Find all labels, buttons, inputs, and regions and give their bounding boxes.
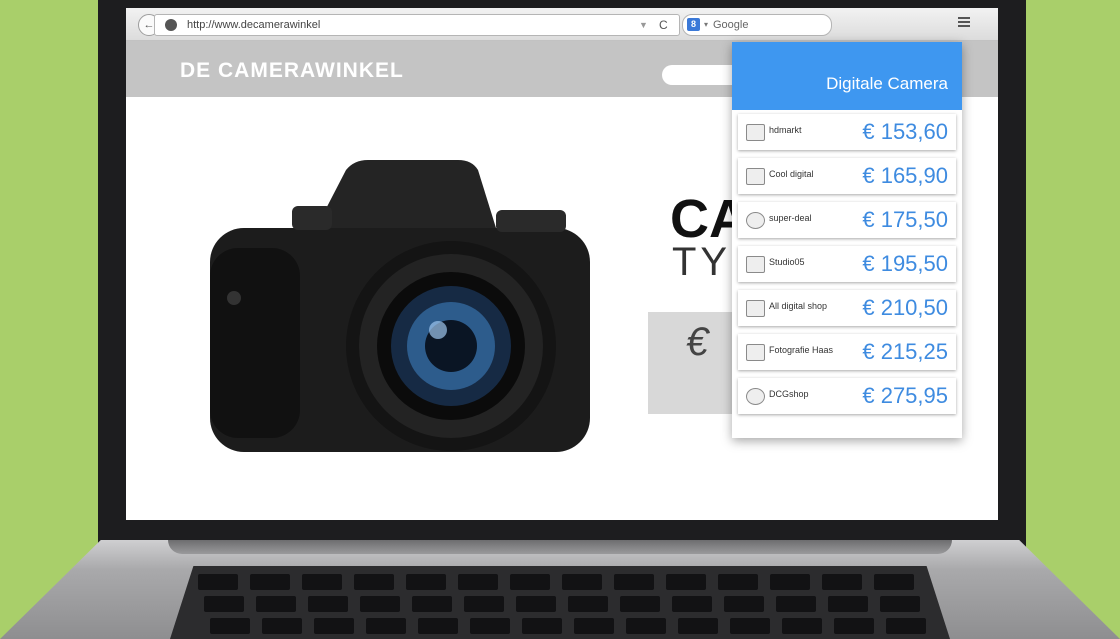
menu-icon[interactable]: [958, 17, 970, 27]
search-placeholder: Google: [713, 19, 749, 31]
keyboard-key: [568, 596, 608, 612]
monitor-icon: [746, 168, 765, 185]
haas-icon: [746, 344, 765, 361]
reload-button[interactable]: C: [659, 15, 668, 35]
keyboard-key: [250, 574, 290, 590]
keyboard-key: [354, 574, 394, 590]
keyboard: [170, 566, 950, 639]
url-bar[interactable]: http://www.decamerawinkel ▼ C: [154, 14, 680, 36]
keyboard-key: [360, 596, 400, 612]
shop-row-dcgshop[interactable]: DCGshop € 275,95: [738, 378, 956, 414]
search-engine-caret-icon[interactable]: ▾: [704, 15, 708, 35]
keyboard-key: [198, 574, 238, 590]
shop-name: DCGshop: [769, 389, 809, 399]
shop-name: super-deal: [769, 213, 812, 223]
keyboard-key: [406, 574, 446, 590]
keyboard-key: [776, 596, 816, 612]
keyboard-key: [834, 618, 874, 634]
panel-header: Digitale Camera: [732, 42, 962, 110]
keyboard-key: [626, 618, 666, 634]
shop-name: hdmarkt: [769, 125, 802, 135]
shop-name: Fotografie Haas: [769, 345, 834, 355]
keyboard-key: [204, 596, 244, 612]
all-icon: [746, 300, 765, 317]
price-comparison-panel: Digitale Camera hdmarkt € 153,60 Cool di…: [732, 42, 962, 438]
keyboard-key: [678, 618, 718, 634]
laptop-hinge: [168, 540, 952, 554]
keyboard-key: [782, 618, 822, 634]
keyboard-key: [314, 618, 354, 634]
shop-price: € 175,50: [862, 207, 948, 232]
shop-price: € 165,90: [862, 163, 948, 188]
keyboard-key: [770, 574, 810, 590]
shop-name: All digital shop: [769, 301, 828, 311]
keyboard-key: [666, 574, 706, 590]
keyboard-key: [262, 618, 302, 634]
keyboard-key: [672, 596, 712, 612]
studio-icon: [746, 256, 765, 273]
keyboard-key: [874, 574, 914, 590]
shop-row-cool-digital[interactable]: Cool digital € 165,90: [738, 158, 956, 194]
url-dropdown-icon[interactable]: ▼: [639, 15, 648, 35]
keyboard-key: [822, 574, 862, 590]
keyboard-key: [412, 596, 452, 612]
keyboard-key: [458, 574, 498, 590]
shop-row-hdmarkt[interactable]: hdmarkt € 153,60: [738, 114, 956, 150]
sd-badge-icon: [746, 212, 765, 229]
keyboard-key: [418, 618, 458, 634]
site-logo[interactable]: DE CAMERAWINKEL: [180, 59, 404, 83]
google-icon[interactable]: 8: [687, 18, 700, 31]
keyboard-key: [516, 596, 556, 612]
shop-row-super-deal[interactable]: super-deal € 175,50: [738, 202, 956, 238]
keyboard-key: [574, 618, 614, 634]
price-symbol: €: [686, 320, 709, 364]
shop-name: Studio05: [769, 257, 805, 267]
keyboard-key: [730, 618, 770, 634]
shop-row-all-digital-shop[interactable]: All digital shop € 210,50: [738, 290, 956, 326]
keyboard-key: [366, 618, 406, 634]
shop-price: € 195,50: [862, 251, 948, 276]
shop-name: Cool digital: [769, 169, 814, 179]
shop-price: € 275,95: [862, 383, 948, 408]
keyboard-key: [620, 596, 660, 612]
shop-price: € 153,60: [862, 119, 948, 144]
search-input[interactable]: 8 ▾ Google: [682, 14, 832, 36]
url-text: http://www.decamerawinkel: [187, 19, 321, 31]
keyboard-key: [724, 596, 764, 612]
keyboard-key: [880, 596, 920, 612]
keyboard-key: [470, 618, 510, 634]
keyboard-key: [614, 574, 654, 590]
camera-icon: [746, 124, 765, 141]
shop-row-fotografie-haas[interactable]: Fotografie Haas € 215,25: [738, 334, 956, 370]
globe-icon: [165, 19, 177, 31]
shop-price: € 215,25: [862, 339, 948, 364]
browser-toolbar: ← http://www.decamerawinkel ▼ C 8 ▾ Goog…: [126, 8, 998, 41]
keyboard-key: [562, 574, 602, 590]
keyboard-key: [308, 596, 348, 612]
keyboard-key: [464, 596, 504, 612]
camera-image: [210, 160, 590, 452]
shop-price: € 210,50: [862, 295, 948, 320]
shop-row-studio05[interactable]: Studio05 € 195,50: [738, 246, 956, 282]
keyboard-key: [302, 574, 342, 590]
keyboard-key: [886, 618, 926, 634]
arrow-circle-icon: [746, 388, 765, 405]
keyboard-key: [522, 618, 562, 634]
keyboard-key: [828, 596, 868, 612]
keyboard-key: [256, 596, 296, 612]
keyboard-key: [510, 574, 550, 590]
keyboard-key: [210, 618, 250, 634]
panel-title: Digitale Camera: [826, 74, 948, 93]
keyboard-key: [718, 574, 758, 590]
